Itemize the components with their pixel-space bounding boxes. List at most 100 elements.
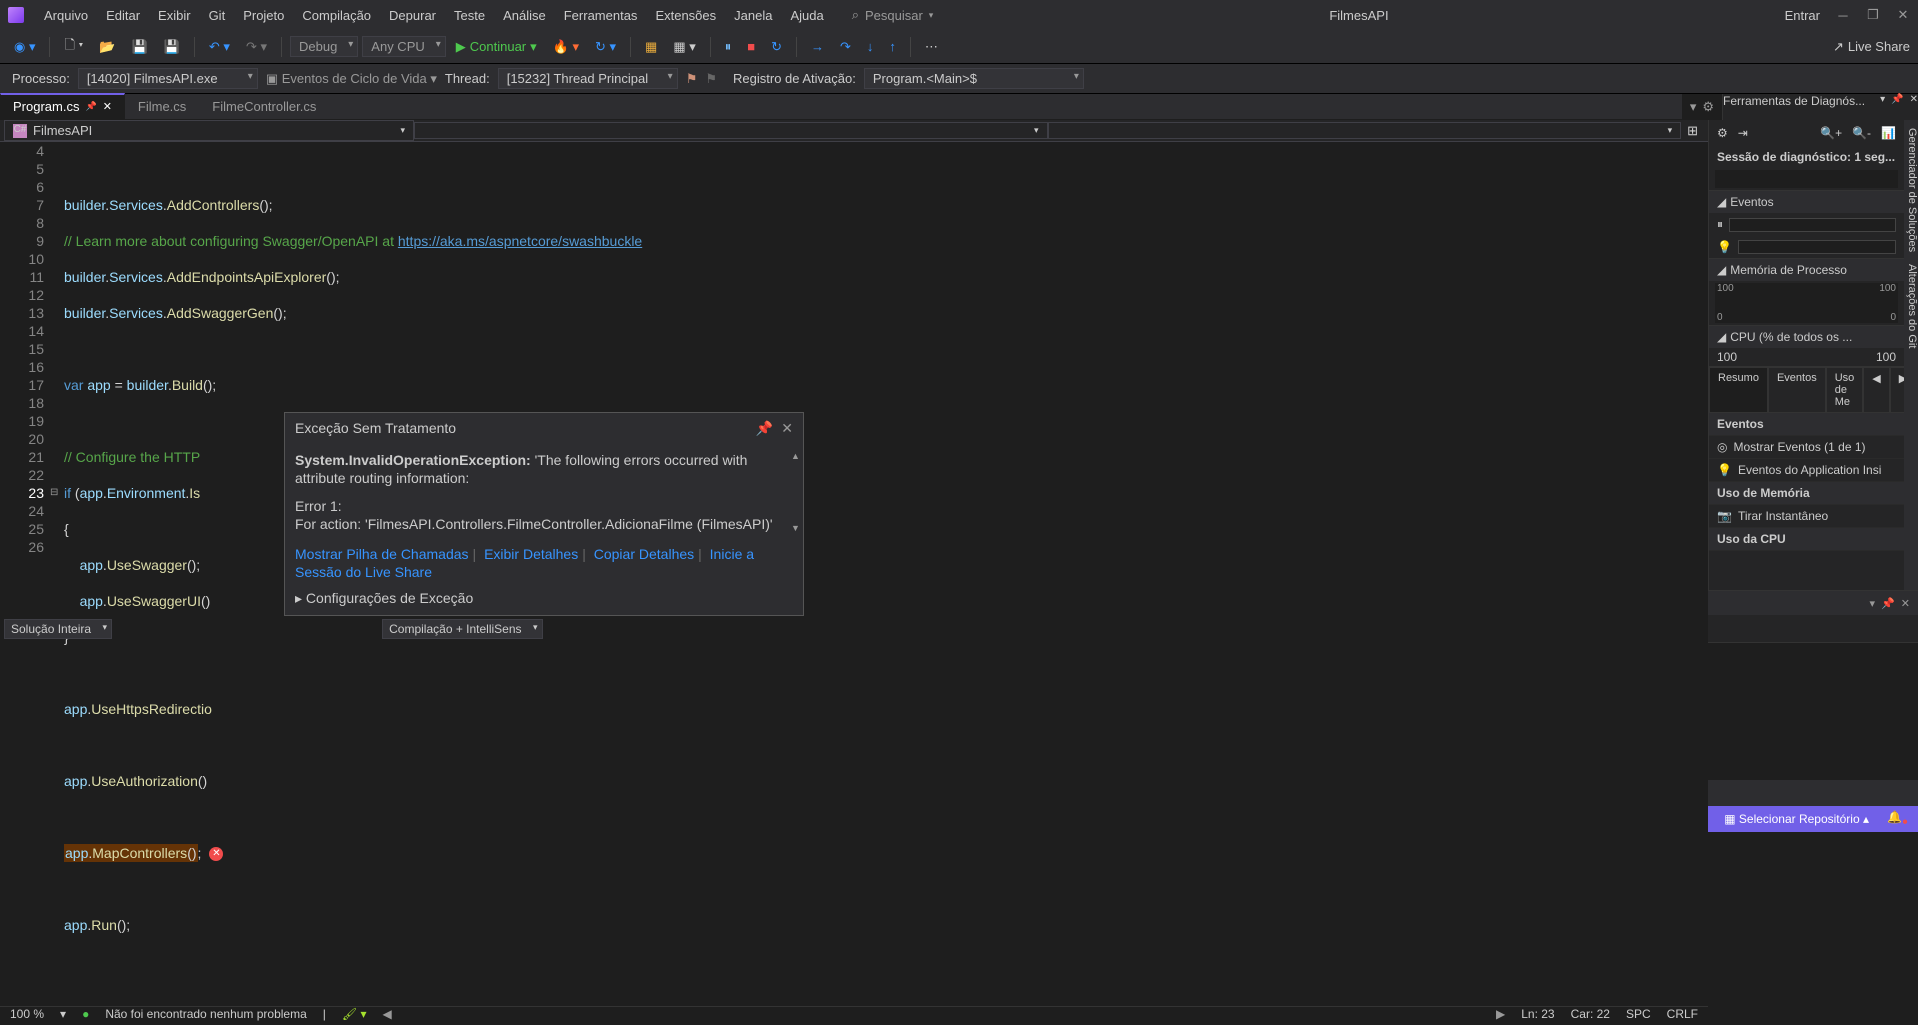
menu-arquivo[interactable]: Arquivo (36, 4, 96, 27)
diag-tab-memoria[interactable]: Uso de Me (1826, 367, 1864, 413)
toolbar-misc[interactable]: ⋯ (919, 37, 944, 57)
scroll-down-icon[interactable]: ▼ (791, 519, 801, 537)
scroll-up-icon[interactable]: ▲ (791, 447, 801, 465)
redo-button[interactable]: ↷ ▾ (240, 37, 273, 57)
cpu-header[interactable]: ◢ CPU (% de todos os ... (1709, 326, 1904, 348)
type-combo[interactable]: ▾ (414, 122, 1048, 139)
menu-projeto[interactable]: Projeto (235, 4, 292, 27)
code-editor[interactable]: 4567891011121314151617181920212223242526… (0, 142, 1708, 1006)
close-tab-icon[interactable]: ✕ (103, 100, 112, 113)
pause-button[interactable]: ⏸ (719, 37, 738, 57)
stack-dropdown[interactable]: Program.<Main>$ (864, 68, 1084, 89)
minimize-button[interactable]: ─ (1836, 8, 1850, 23)
exception-settings-expander[interactable]: ▸ Configurações de Exceção (285, 585, 803, 615)
menu-janela[interactable]: Janela (726, 4, 780, 27)
menu-ajuda[interactable]: Ajuda (782, 4, 831, 27)
menu-exibir[interactable]: Exibir (150, 4, 199, 27)
close-button[interactable]: ✕ (1896, 7, 1910, 23)
zoom-in-icon[interactable]: 🔍+ (1820, 126, 1842, 140)
scope-dropdown[interactable]: Solução Inteira (4, 619, 112, 639)
diag-close-icon[interactable]: ✕ (1910, 94, 1918, 120)
tab-program-cs[interactable]: Program.cs 📌 ✕ (0, 93, 125, 119)
events-header[interactable]: ◢ Eventos (1709, 191, 1904, 213)
diag-tab-resumo[interactable]: Resumo (1709, 367, 1768, 413)
maximize-button[interactable]: ❐ (1866, 7, 1880, 23)
restart-button[interactable]: ↻ ▾ (589, 37, 622, 57)
global-search[interactable]: ⌕ Pesquisar ▾ (852, 7, 934, 23)
undo-button[interactable]: ↶ ▾ (203, 37, 236, 57)
tab-filmecontroller-cs[interactable]: FilmeController.cs (199, 94, 329, 119)
process-dropdown[interactable]: [14020] FilmesAPI.exe (78, 68, 258, 89)
menu-analise[interactable]: Análise (495, 4, 554, 27)
brush-icon[interactable]: 🖌 ▾ (342, 1007, 367, 1021)
popup-close-icon[interactable]: ✕ (781, 419, 793, 437)
tabs-dropdown-icon[interactable]: ▾ (1690, 99, 1697, 115)
step-out-icon[interactable]: ↑ (883, 37, 902, 56)
project-combo[interactable]: C# FilmesAPI ▾ (4, 120, 414, 141)
config-dropdown[interactable]: Debug (290, 36, 358, 57)
menu-editar[interactable]: Editar (98, 4, 148, 27)
new-item-button[interactable]: 🗋 ▾ (58, 34, 89, 60)
save-all-button[interactable]: 💾 (158, 37, 186, 57)
member-combo[interactable]: ▾ (1048, 122, 1682, 139)
menu-ferramentas[interactable]: Ferramentas (556, 4, 646, 27)
eol-indicator[interactable]: CRLF (1667, 1007, 1698, 1021)
select-repo[interactable]: ▦ Selecionar Repositório ▴ (1724, 812, 1869, 826)
zoom-out-icon[interactable]: 🔍- (1852, 126, 1871, 140)
code-url[interactable]: https://aka.ms/aspnetcore/swashbuckle (398, 233, 642, 249)
view-details-link[interactable]: Exibir Detalhes (484, 546, 578, 562)
menu-compilacao[interactable]: Compilação (294, 4, 379, 27)
diag-export-icon[interactable]: ⇥ (1738, 126, 1748, 140)
memory-header[interactable]: ◢ Memória de Processo (1709, 259, 1904, 281)
zoom-level[interactable]: 100 % (10, 1007, 44, 1021)
panel-close-icon[interactable]: ✕ (1901, 597, 1910, 610)
step-into-icon[interactable]: ↓ (861, 37, 880, 56)
panel-pin-icon[interactable]: 📌 (1881, 597, 1895, 610)
git-changes-tab[interactable]: Alterações do Git (1904, 264, 1918, 348)
toolbar-icon-1[interactable]: ▦ (639, 37, 663, 57)
diag-settings-icon[interactable]: ⚙ (1717, 126, 1728, 140)
signin-link[interactable]: Entrar (1785, 8, 1820, 23)
flag2-icon[interactable]: ⚑ (705, 71, 717, 87)
show-events-link[interactable]: ◎Mostrar Eventos (1 de 1) (1709, 436, 1904, 459)
indent-indicator[interactable]: SPC (1626, 1007, 1651, 1021)
liveshare-button[interactable]: ↗ Live Share (1833, 39, 1910, 55)
diag-pin-icon[interactable]: 📌 (1891, 94, 1903, 120)
popup-pin-icon[interactable]: 📌 (756, 419, 773, 437)
lifecycle-dropdown[interactable]: ▣ Eventos de Ciclo de Vida ▾ (266, 71, 437, 87)
diag-tab-eventos[interactable]: Eventos (1768, 367, 1826, 413)
menu-git[interactable]: Git (201, 4, 234, 27)
tabs-settings-icon[interactable]: ⚙ (1702, 99, 1714, 115)
nav-back-button[interactable]: ◉ ▾ (8, 37, 41, 57)
step-icon[interactable]: → (805, 37, 830, 56)
hot-reload-button[interactable]: 🔥 ▾ (547, 37, 585, 57)
solution-explorer-tab[interactable]: Gerenciador de Soluções (1904, 128, 1918, 252)
show-callstack-link[interactable]: Mostrar Pilha de Chamadas (295, 546, 469, 562)
thread-dropdown[interactable]: [15232] Thread Principal (498, 68, 678, 89)
menu-teste[interactable]: Teste (446, 4, 493, 27)
menu-extensoes[interactable]: Extensões (647, 4, 724, 27)
stop-button[interactable]: ■ (741, 37, 761, 56)
snapshot-link[interactable]: 📷Tirar Instantâneo (1709, 505, 1904, 528)
menu-depurar[interactable]: Depurar (381, 4, 444, 27)
open-button[interactable]: 📂 (93, 37, 121, 57)
split-icon[interactable]: ⊞ (1681, 123, 1704, 139)
copy-details-link[interactable]: Copiar Detalhes (594, 546, 694, 562)
pause-events-icon[interactable]: ⏸ (1717, 217, 1723, 232)
tab-filme-cs[interactable]: Filme.cs (125, 94, 199, 119)
panel-dropdown-icon[interactable]: ▾ (1870, 597, 1876, 610)
notifications-icon[interactable]: 🔔● (1887, 810, 1908, 827)
save-button[interactable]: 💾 (126, 37, 154, 57)
diag-tab-nav-left[interactable]: ◀ (1863, 367, 1889, 413)
platform-dropdown[interactable]: Any CPU (362, 36, 445, 57)
scroll-right-icon[interactable]: ▶ (1496, 1007, 1505, 1021)
app-insights-link[interactable]: 💡Eventos do Application Insi (1709, 459, 1904, 482)
scroll-left-icon[interactable]: ◀ (383, 1007, 392, 1021)
continue-button[interactable]: ▶ Continuar ▾ (450, 37, 543, 57)
pin-icon[interactable]: 📌 (85, 101, 96, 112)
error-icon[interactable]: ✕ (209, 847, 223, 861)
diag-chart-icon[interactable]: 📊 (1881, 126, 1896, 140)
step-over-icon[interactable]: ↷ (834, 37, 857, 57)
build-filter-dropdown[interactable]: Compilação + IntelliSens (382, 619, 542, 639)
toolbar-icon-2[interactable]: ▦ ▾ (667, 37, 701, 57)
